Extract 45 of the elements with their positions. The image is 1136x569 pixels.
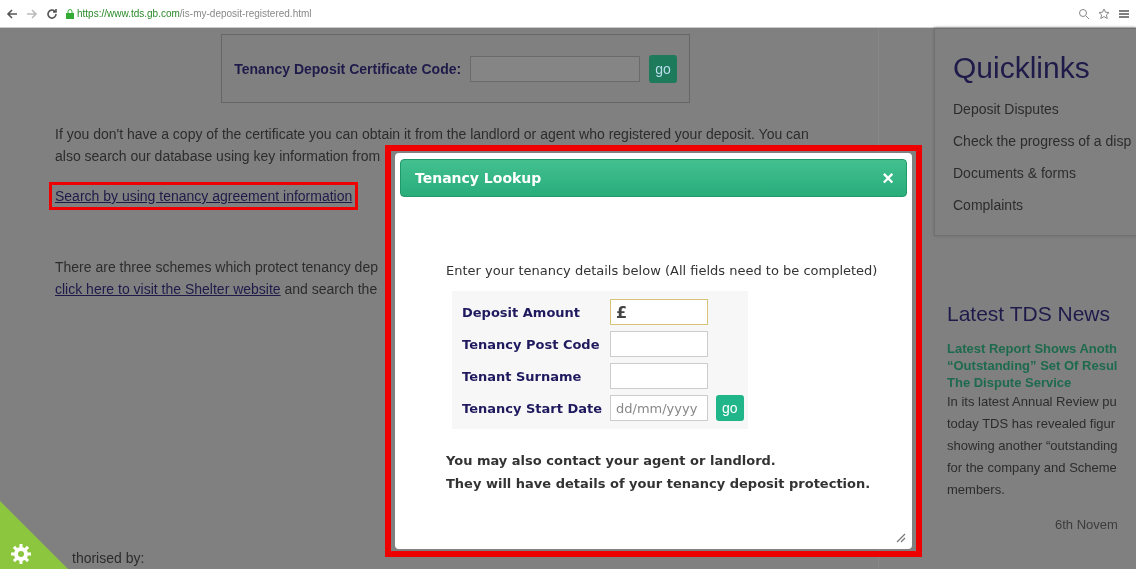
intro-text: If you don't have a copy of the certificate you can obtain it from the landlord or agent who registered your deposit. You can — [55, 125, 809, 144]
back-icon[interactable] — [6, 7, 18, 20]
news-text: In its latest Annual Review pu — [947, 393, 1118, 411]
dialog-title: Tenancy Lookup — [415, 170, 542, 186]
resize-grip-icon[interactable] — [894, 531, 906, 543]
news-text: showing another “outstanding — [947, 437, 1119, 455]
certificate-input[interactable] — [470, 55, 641, 82]
instructions-text: Enter your tenancy details below (All fields need to be completed) — [446, 263, 879, 278]
news-text: today TDS has revealed figur — [947, 415, 1117, 433]
input-field[interactable]: dd/mm/yyyy — [610, 395, 708, 421]
contact-note: You may also contact your agent or landlord. — [446, 452, 777, 470]
quicklink[interactable]: Check the progress of a disp — [953, 125, 1136, 157]
lock-icon — [66, 8, 74, 19]
news-text: members. — [947, 481, 1006, 499]
quicklinks-title: Quicklinks — [953, 51, 1091, 85]
shelter-link[interactable]: click here to visit the Shelter website — [55, 281, 281, 297]
schemes-text: There are three schemes which protect tenancy dep — [55, 258, 378, 277]
go-button[interactable]: go — [649, 54, 677, 83]
quicklink[interactable]: Complaints — [953, 189, 1136, 221]
gear-icon[interactable] — [10, 543, 32, 565]
input-field[interactable]: £ — [610, 299, 708, 325]
menu-icon[interactable] — [1118, 7, 1130, 20]
star-icon[interactable] — [1098, 7, 1110, 20]
field-label: Tenant Surname — [462, 368, 583, 384]
footer-text: thorised by: — [72, 550, 145, 566]
url-text: https://www.tds.gb.com/is-my-deposit-registered.html — [77, 8, 312, 19]
quicklink[interactable]: Deposit Disputes — [953, 93, 1136, 125]
shelter-text: and search the — [284, 281, 378, 297]
go-button[interactable]: go — [716, 395, 744, 421]
input-field[interactable] — [610, 331, 708, 357]
contact-note: They will have details of your tenancy deposit protection. — [446, 475, 872, 493]
news-title: Latest TDS News — [947, 302, 1111, 326]
news-date: 6th Novem — [1055, 517, 1119, 532]
intro-text: also search our database using key information from — [55, 147, 381, 166]
forward-icon[interactable] — [26, 7, 38, 20]
close-button[interactable]: × — [882, 168, 894, 188]
field-label: Tenancy Start Date — [462, 400, 602, 416]
zoom-icon[interactable] — [1078, 7, 1090, 20]
input-field[interactable] — [610, 363, 708, 389]
field-label: Deposit Amount — [462, 304, 582, 320]
reload-icon[interactable] — [46, 7, 58, 20]
news-text: for the company and Scheme — [947, 459, 1118, 477]
quicklink[interactable]: Documents & forms — [953, 157, 1136, 189]
field-label: Tenancy Post Code — [462, 336, 601, 352]
certificate-label: Tenancy Deposit Certificate Code: — [234, 60, 462, 77]
